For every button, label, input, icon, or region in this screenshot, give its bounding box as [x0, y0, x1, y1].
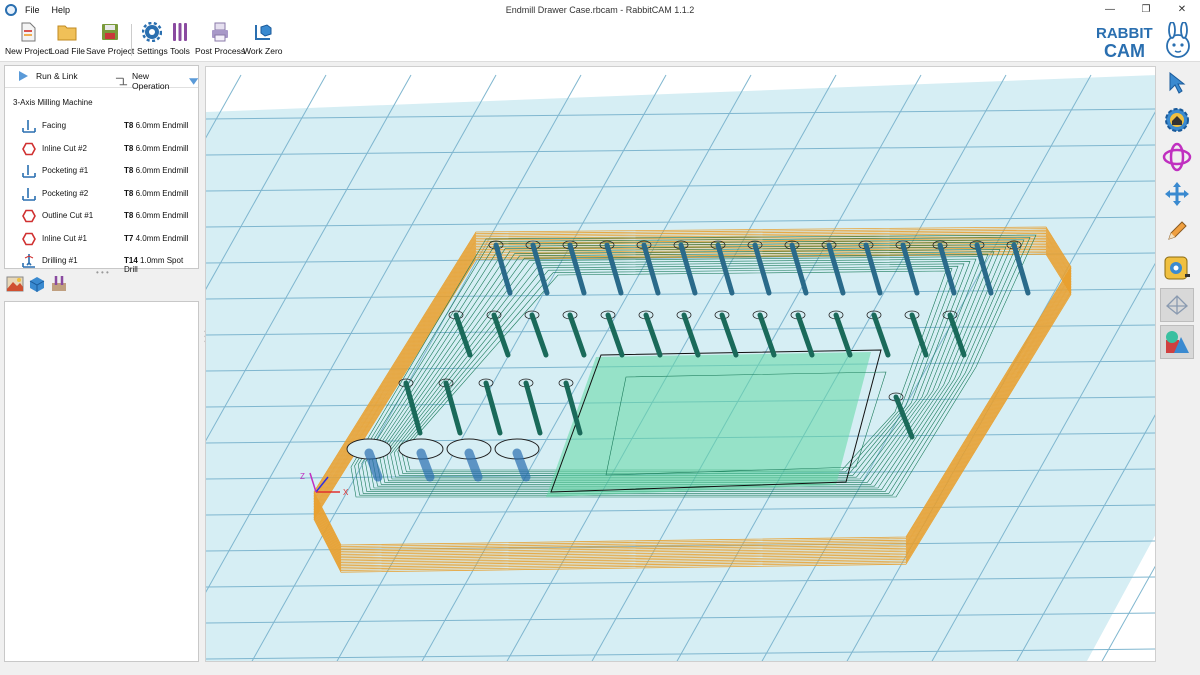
tool-id: T14	[124, 256, 138, 265]
machine-name: 3-Axis Milling Machine	[13, 98, 93, 107]
home-gear-icon	[1165, 108, 1189, 132]
wireframe-icon	[1166, 295, 1188, 315]
save-project-button[interactable]: Save Project	[86, 22, 134, 56]
tool-desc: 6.0mm Endmill	[135, 166, 189, 175]
run-link-button[interactable]: Run & Link	[19, 71, 78, 81]
orbit-button[interactable]	[1160, 140, 1194, 174]
operation-pocketing-1[interactable]: Pocketing #1 T8 6.0mm Endmill	[5, 159, 198, 182]
post-process-button[interactable]: Post Process	[195, 22, 245, 56]
tool-id: T8	[124, 121, 134, 130]
tool-id: T8	[124, 188, 134, 198]
tool-desc: 4.0mm Endmill	[135, 233, 189, 243]
title-bar: File Help Endmill Drawer Case.rbcam - Ra…	[0, 0, 1200, 20]
tab-toolpath-icon[interactable]	[50, 275, 68, 293]
tool-desc: 6.0mm Endmill	[135, 188, 189, 198]
tool-id: T8	[124, 143, 134, 153]
folder-icon	[57, 25, 77, 41]
tool-desc: 6.0mm Endmill	[135, 143, 189, 153]
tool-id: T8	[124, 211, 134, 220]
restore-button[interactable]: ❐	[1128, 0, 1164, 20]
home-view-button[interactable]	[1160, 103, 1194, 137]
pencil-icon	[1168, 221, 1187, 240]
pocket-icon	[22, 165, 36, 178]
tab-image-icon[interactable]	[6, 275, 24, 293]
window-title: Endmill Drawer Case.rbcam - RabbitCAM 1.…	[505, 5, 695, 15]
operation-outline-cut-1[interactable]: Outline Cut #1 T8 6.0mm Endmill	[5, 204, 198, 227]
minimize-button[interactable]: —	[1092, 0, 1128, 20]
pocket-icon	[22, 187, 36, 201]
save-icon	[102, 24, 119, 40]
window-controls: — ❐ ✕	[1092, 0, 1200, 20]
work-zero-button[interactable]: Work Zero	[243, 22, 283, 56]
new-document-icon	[21, 22, 36, 42]
hexagon-icon	[22, 209, 36, 223]
hexagon-icon	[22, 142, 36, 155]
viewport-3d[interactable]: X Z	[205, 66, 1156, 662]
tool-id: T8	[124, 166, 134, 175]
pan-button[interactable]	[1160, 177, 1194, 211]
view-toolbar	[1160, 66, 1196, 362]
load-file-button[interactable]: Load File	[50, 22, 85, 56]
tool-desc: 6.0mm Endmill	[135, 211, 189, 220]
operation-inline-cut-2[interactable]: Inline Cut #2 T8 6.0mm Endmill	[5, 137, 198, 160]
svg-text:CAM: CAM	[1104, 41, 1145, 61]
close-button[interactable]: ✕	[1164, 0, 1200, 20]
drill-icon	[22, 254, 35, 268]
tape-measure-icon	[1164, 256, 1190, 280]
pocket-region	[546, 349, 887, 497]
play-icon	[19, 71, 28, 81]
toolpath-scene: X Z	[206, 74, 1155, 661]
settings-button[interactable]: Settings	[137, 22, 168, 56]
horizontal-splitter[interactable]: • • •	[96, 268, 109, 277]
shapes-icon	[1166, 331, 1189, 353]
operation-pocketing-2[interactable]: Pocketing #2 T8 6.0mm Endmill	[5, 182, 198, 205]
tools-button[interactable]: Tools	[170, 22, 190, 56]
toolbar-separator	[131, 24, 132, 56]
main-toolbar: New Project Load File Save Project Setti…	[0, 20, 1200, 62]
operation-facing[interactable]: Facing T8 6.0mm Endmill	[5, 114, 198, 137]
view-toggle-button[interactable]	[1160, 288, 1194, 322]
rabbitcam-logo: RABBIT CAM	[1096, 22, 1190, 61]
operations-panel: Run & Link New Operation 3-Axis Milling …	[4, 65, 199, 274]
operation-inline-cut-1[interactable]: Inline Cut #1 T7 4.0mm Endmill	[5, 227, 198, 250]
printer-icon	[212, 22, 229, 42]
rabbit-icon	[1166, 22, 1190, 58]
properties-panel	[4, 301, 199, 662]
move-arrows-icon	[1165, 182, 1189, 206]
facing-icon	[22, 120, 36, 133]
tool-desc: 6.0mm Endmill	[135, 121, 189, 130]
measure-button[interactable]	[1160, 251, 1194, 285]
tab-model-icon[interactable]	[28, 275, 46, 293]
orbit-icon	[1162, 142, 1192, 172]
chevron-down-icon	[188, 77, 199, 85]
select-tool-button[interactable]	[1160, 66, 1194, 100]
gear-icon	[142, 22, 163, 42]
hexagon-icon	[22, 232, 36, 245]
solid-view-button[interactable]	[1160, 325, 1194, 359]
new-operation-dropdown[interactable]: New Operation	[115, 71, 199, 91]
endmill-tools-icon	[173, 23, 187, 41]
sketch-button[interactable]	[1160, 214, 1194, 248]
tool-id: T7	[124, 233, 134, 243]
operation-link-icon	[115, 77, 128, 85]
operations-header: Run & Link New Operation	[5, 66, 199, 91]
z-axis-label: Z	[300, 472, 305, 481]
panel-tabs	[6, 275, 68, 293]
cursor-arrow-icon	[1169, 72, 1186, 94]
new-project-button[interactable]: New Project	[5, 22, 51, 56]
work-zero-icon	[254, 24, 272, 40]
x-axis-label: X	[343, 488, 349, 497]
svg-text:RABBIT: RABBIT	[1096, 25, 1153, 42]
